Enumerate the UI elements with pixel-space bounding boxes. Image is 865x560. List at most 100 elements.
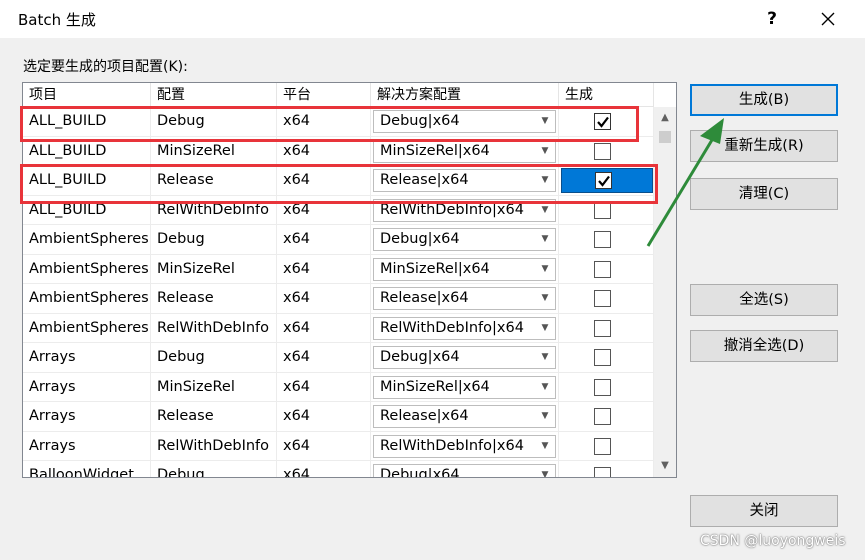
solution-config-dropdown[interactable]: Debug|x64 ▼ xyxy=(373,346,556,369)
build-checkbox[interactable] xyxy=(594,349,611,366)
column-header-platform[interactable]: 平台 xyxy=(277,83,371,107)
build-cell xyxy=(559,461,654,477)
chevron-down-icon[interactable]: ▼ xyxy=(535,465,555,477)
solution-config-dropdown[interactable]: Debug|x64 ▼ xyxy=(373,110,556,133)
vertical-scrollbar[interactable]: ▲ ▼ xyxy=(654,107,676,477)
close-button[interactable]: 关闭 xyxy=(690,495,838,527)
config-cell: Release xyxy=(151,402,277,431)
chevron-down-icon[interactable]: ▼ xyxy=(535,406,555,427)
build-button[interactable]: 生成(B) xyxy=(690,84,838,116)
build-cell xyxy=(559,225,654,254)
table-row[interactable]: Arrays RelWithDebInfo x64 RelWithDebInfo|x6… xyxy=(23,431,654,461)
close-icon[interactable] xyxy=(808,2,848,36)
solution-config-dropdown[interactable]: Debug|x64 ▼ xyxy=(373,228,556,251)
solution-config-cell: Debug|x64 ▼ xyxy=(371,461,559,477)
chevron-down-icon[interactable]: ▼ xyxy=(535,377,555,398)
rebuild-button[interactable]: 重新生成(R) xyxy=(690,130,838,162)
table-row[interactable]: AmbientSpheres Debug x64 Debug|x64 ▼ xyxy=(23,225,654,255)
solution-config-dropdown[interactable]: Release|x64 ▼ xyxy=(373,405,556,428)
build-cell xyxy=(559,254,654,284)
deselect-all-button[interactable]: 撤消全选(D) xyxy=(690,330,838,362)
solution-config-dropdown[interactable]: Release|x64 ▼ xyxy=(373,287,556,310)
solution-config-value: RelWithDebInfo|x64 xyxy=(380,201,524,218)
build-checkbox[interactable] xyxy=(594,378,611,396)
platform-cell: x64 xyxy=(277,107,371,136)
chevron-down-icon[interactable]: ▼ xyxy=(535,347,555,368)
build-cell xyxy=(559,372,654,402)
solution-config-cell: Release|x64 ▼ xyxy=(371,284,559,313)
build-checkbox[interactable] xyxy=(594,260,611,278)
table-row[interactable]: AmbientSpheres RelWithDebInfo x64 RelWithDe… xyxy=(23,313,654,343)
help-button[interactable]: ? xyxy=(752,2,792,36)
table-row[interactable]: ALL_BUILD Debug x64 Debug|x64 ▼ xyxy=(23,107,654,137)
build-checkbox[interactable] xyxy=(594,142,611,160)
solution-config-cell: Release|x64 ▼ xyxy=(371,166,559,195)
chevron-down-icon[interactable]: ▼ xyxy=(535,170,555,191)
selected-build-cell[interactable] xyxy=(561,168,653,193)
solution-config-dropdown[interactable]: MinSizeRel|x64 ▼ xyxy=(373,139,556,163)
table-row[interactable]: Arrays MinSizeRel x64 MinSizeRel|x64 ▼ xyxy=(23,372,654,402)
platform-cell: x64 xyxy=(277,136,371,166)
solution-config-value: MinSizeRel|x64 xyxy=(380,142,490,159)
column-header-project[interactable]: 项目 xyxy=(23,83,151,107)
project-cell: AmbientSpheres xyxy=(23,313,151,343)
table-row[interactable]: AmbientSpheres MinSizeRel x64 MinSizeRel|x6… xyxy=(23,254,654,284)
project-cell: ALL_BUILD xyxy=(23,136,151,166)
build-cell xyxy=(559,343,654,372)
build-cell xyxy=(559,195,654,225)
build-checkbox[interactable] xyxy=(594,201,611,219)
solution-config-dropdown[interactable]: RelWithDebInfo|x64 ▼ xyxy=(373,316,556,340)
watermark: CSDN @luoyongweis xyxy=(700,533,846,549)
build-checkbox[interactable] xyxy=(595,172,612,189)
config-cell: MinSizeRel xyxy=(151,254,277,284)
table-row[interactable]: ALL_BUILD MinSizeRel x64 MinSizeRel|x64 ▼ xyxy=(23,136,654,166)
solution-config-dropdown[interactable]: RelWithDebInfo|x64 ▼ xyxy=(373,434,556,458)
solution-config-value: MinSizeRel|x64 xyxy=(380,378,490,395)
project-cell: ALL_BUILD xyxy=(23,166,151,195)
solution-config-dropdown[interactable]: MinSizeRel|x64 ▼ xyxy=(373,375,556,399)
scroll-up-icon[interactable]: ▲ xyxy=(654,109,676,127)
select-all-button[interactable]: 全选(S) xyxy=(690,284,838,316)
build-checkbox[interactable] xyxy=(594,319,611,337)
scrollbar-thumb[interactable] xyxy=(659,131,671,143)
chevron-down-icon[interactable]: ▼ xyxy=(535,288,555,309)
project-config-list[interactable]: 项目 配置 平台 解决方案配置 生成 ALL_BUILD Debug x64 Debu… xyxy=(22,82,677,478)
checkmark-icon xyxy=(598,175,610,187)
solution-config-dropdown[interactable]: Release|x64 ▼ xyxy=(373,169,556,192)
list-header: 项目 配置 平台 解决方案配置 生成 xyxy=(23,83,654,107)
build-checkbox[interactable] xyxy=(594,467,611,477)
table-row[interactable]: Arrays Release x64 Release|x64 ▼ xyxy=(23,402,654,432)
solution-config-value: Release|x64 xyxy=(380,408,469,424)
chevron-down-icon[interactable]: ▼ xyxy=(535,200,555,221)
chevron-down-icon[interactable]: ▼ xyxy=(535,111,555,132)
chevron-down-icon[interactable]: ▼ xyxy=(535,259,555,280)
table-row[interactable]: Arrays Debug x64 Debug|x64 ▼ xyxy=(23,343,654,373)
platform-cell: x64 xyxy=(277,343,371,372)
solution-config-dropdown[interactable]: Debug|x64 ▼ xyxy=(373,464,556,477)
scroll-down-icon[interactable]: ▼ xyxy=(654,457,676,475)
build-checkbox[interactable] xyxy=(594,290,611,307)
table-row[interactable]: BalloonWidget Debug x64 Debug|x64 ▼ xyxy=(23,461,654,477)
chevron-down-icon[interactable]: ▼ xyxy=(535,229,555,250)
build-checkbox[interactable] xyxy=(594,437,611,455)
title-bar: Batch 生成 ? xyxy=(0,0,865,38)
solution-config-dropdown[interactable]: RelWithDebInfo|x64 ▼ xyxy=(373,198,556,222)
chevron-down-icon[interactable]: ▼ xyxy=(535,141,555,162)
table-row[interactable]: ALL_BUILD RelWithDebInfo x64 RelWithDebInfo… xyxy=(23,195,654,225)
config-cell: RelWithDebInfo xyxy=(151,313,277,343)
chevron-down-icon[interactable]: ▼ xyxy=(535,436,555,457)
chevron-down-icon[interactable]: ▼ xyxy=(535,318,555,339)
build-checkbox[interactable] xyxy=(594,113,611,130)
project-cell: AmbientSpheres xyxy=(23,254,151,284)
build-checkbox[interactable] xyxy=(594,408,611,425)
build-checkbox[interactable] xyxy=(594,231,611,248)
column-header-config[interactable]: 配置 xyxy=(151,83,277,107)
column-header-build[interactable]: 生成 xyxy=(559,83,654,107)
platform-cell: x64 xyxy=(277,166,371,195)
table-row[interactable]: ALL_BUILD Release x64 Release|x64 ▼ xyxy=(23,166,654,196)
table-row[interactable]: AmbientSpheres Release x64 Release|x64 ▼ xyxy=(23,284,654,314)
project-cell: Arrays xyxy=(23,402,151,431)
column-header-solution-config[interactable]: 解决方案配置 xyxy=(371,83,559,107)
clean-button[interactable]: 清理(C) xyxy=(690,178,838,210)
solution-config-dropdown[interactable]: MinSizeRel|x64 ▼ xyxy=(373,257,556,281)
